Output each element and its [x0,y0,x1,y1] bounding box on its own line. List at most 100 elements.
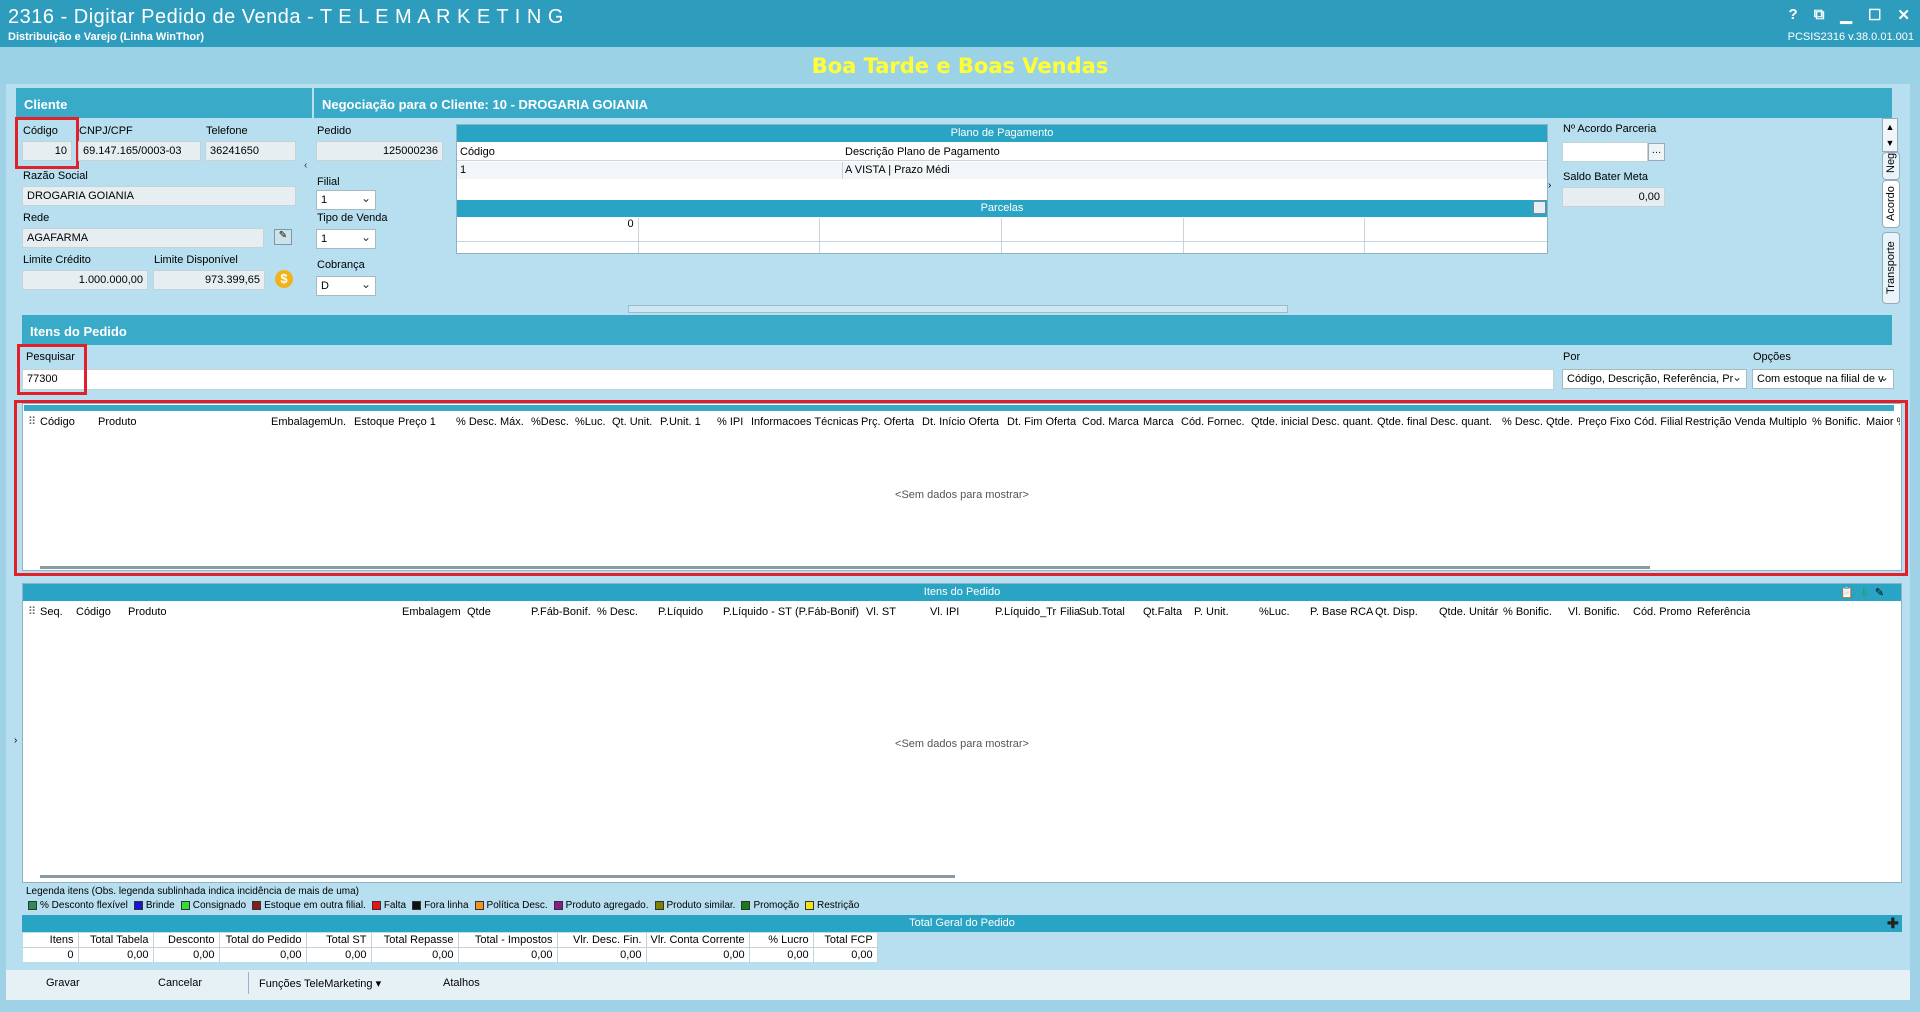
collapse-left-icon[interactable]: ‹ [304,160,314,230]
funcoes-telemarketing-menu[interactable]: Funções TeleMarketing ▾ [259,977,381,990]
tipo-venda-select[interactable]: 1 [316,229,376,249]
col-header[interactable]: (P.Fáb-Bonif) [791,602,862,622]
razao-field[interactable]: DROGARIA GOIANIA [22,186,296,206]
col-header[interactable]: Qtde. Unitár [1435,602,1499,622]
col-header[interactable]: P.Líquido_Tr [991,602,1056,622]
col-header[interactable]: Embalagem [398,602,463,622]
edit-icon[interactable]: ✎ [1875,586,1884,600]
col-header[interactable]: Seq. [36,602,72,622]
copy-icon[interactable]: 📋 [1840,586,1854,600]
legend-item: Produto agregado. [553,900,649,911]
parcela-cell[interactable] [820,242,1002,253]
limite-disponivel-field[interactable]: 973.399,65 [153,270,265,290]
pedido-field[interactable]: 125000236 [316,141,443,161]
col-header[interactable]: Filia [1056,602,1080,622]
legend-item: Promoção [741,900,799,911]
minimize-icon[interactable]: ▁ [1840,6,1852,24]
parcela-cell[interactable] [638,218,821,242]
parcela-cell[interactable] [1002,242,1184,253]
highlight-search-grid [14,400,1908,576]
add-icon[interactable]: ✚ [1887,915,1899,932]
col-header[interactable]: P. Unit. [1190,602,1255,622]
plano-row[interactable] [457,162,1547,179]
legend-swatch [741,901,751,910]
plano-pagamento-title: Plano de Pagamento [457,125,1547,142]
cobranca-select[interactable]: D [316,276,376,296]
col-header[interactable]: Sub.Total [1075,602,1139,622]
parcela-cell[interactable] [1184,242,1366,253]
saldo-field[interactable]: 0,00 [1562,187,1665,207]
gravar-button[interactable]: Gravar [46,977,80,989]
col-header[interactable]: %Luc. [1255,602,1306,622]
atalhos-button[interactable]: Atalhos [443,977,480,989]
download-icon[interactable]: ⇩ [1860,586,1869,600]
limite-credito-field[interactable]: 1.000.000,00 [22,270,148,290]
tab-acordo[interactable]: Acordo [1882,180,1900,228]
saldo-label: Saldo Bater Meta [1563,171,1648,183]
acordo-label: Nº Acordo Parceria [1563,123,1657,135]
por-select[interactable]: Código, Descrição, Referência, Pr [1562,369,1747,389]
help-icon[interactable]: ? [1789,6,1798,24]
col-header[interactable]: Referência [1693,602,1763,622]
close-icon[interactable]: ✕ [1897,6,1910,24]
order-items-title: Itens do Pedido [23,584,1901,601]
col-header[interactable]: Vl. IPI [926,602,991,622]
cnpj-field[interactable]: 69.147.165/0003-03 [78,141,201,161]
legend-item: % Desconto flexível [28,900,128,911]
col-header[interactable]: Vl. ST [862,602,926,622]
order-empty-message: <Sem dados para mostrar> [895,738,1029,750]
tab-neg[interactable]: Neg [1882,152,1900,180]
expand-right-icon[interactable]: › [1548,180,1556,244]
maximize-icon[interactable]: ☐ [1868,6,1881,24]
col-header[interactable]: % Desc. [593,602,654,622]
col-header[interactable]: Qt.Falta [1139,602,1190,622]
totais-value: 0,00 [219,947,307,962]
legend-item: Restrição [805,900,859,911]
acordo-lookup-button[interactable]: … [1648,143,1665,161]
restore-layout-icon[interactable]: ⧉ [1814,6,1825,24]
opcoes-select[interactable]: Com estoque na filial de v [1752,369,1894,389]
parcela-cell[interactable] [639,242,821,253]
totais-table: Itens Total Tabela Desconto Total do Ped… [23,933,878,962]
splitter[interactable] [628,305,1288,313]
col-header[interactable]: Qt. Disp. [1371,602,1435,622]
rede-field[interactable]: AGAFARMA [22,228,264,248]
parcelas-edit-icon[interactable] [1533,201,1546,214]
dollar-icon[interactable]: $ [275,270,293,288]
col-header[interactable]: P.Fáb-Bonif. [527,602,593,622]
col-header[interactable]: Código [72,602,124,622]
col-header[interactable]: P. Base RCA [1306,602,1373,622]
parcela-cell[interactable] [1183,218,1366,242]
pedido-label: Pedido [317,125,352,137]
parcela-cell[interactable] [1365,218,1547,242]
order-grid-hscroll[interactable] [40,875,955,878]
parcela-cell[interactable]: 0 [457,218,639,242]
pesquisar-input[interactable]: 77300 [22,369,1554,390]
legend-swatch [133,901,143,910]
parcela-cell[interactable] [457,242,639,253]
col-header[interactable]: Cód. Promo [1629,602,1693,622]
col-header[interactable]: Vl. Bonific. [1564,602,1629,622]
legend-title: Legenda itens (Obs. legenda sublinhada i… [26,886,359,897]
acordo-field[interactable] [1562,142,1648,162]
filial-select[interactable]: 1 [316,190,376,210]
version-label: PCSIS2316 v.38.0.01.001 [1787,31,1914,43]
cancelar-button[interactable]: Cancelar [158,977,202,989]
col-header[interactable]: Produto [124,602,398,622]
col-header[interactable]: % Bonific. [1499,602,1564,622]
totais-header: Vlr. Desc. Fin. [557,933,647,948]
limite-credito-label: Limite Crédito [23,254,91,266]
col-header[interactable]: Qtde [463,602,527,622]
telefone-field[interactable]: 36241650 [205,141,296,161]
col-header[interactable]: P.Líquido - ST [719,602,792,622]
legend-item: Estoque em outra filial. [252,900,366,911]
order-grid-expand-icon[interactable]: › [14,735,22,755]
tab-transporte[interactable]: Transporte [1882,232,1900,304]
totais-value: 0,00 [153,947,220,962]
rede-edit-icon[interactable]: ✎ [274,229,292,245]
scroll-updown-icon[interactable]: ▲ ▼ [1882,118,1898,152]
parcela-cell[interactable] [1365,242,1547,253]
col-header[interactable]: P.Líquido [654,602,719,622]
parcela-cell[interactable] [1002,218,1184,242]
parcela-cell[interactable] [820,218,1002,242]
